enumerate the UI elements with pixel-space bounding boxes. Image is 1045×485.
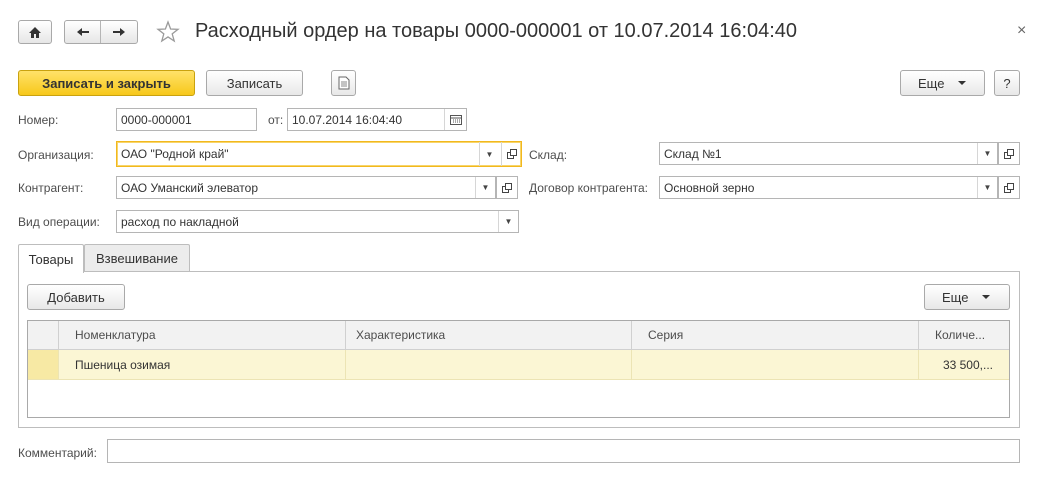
organization-label: Организация: [18,148,94,162]
tab-weighing[interactable]: Взвешивание [84,244,190,272]
warehouse-dropdown[interactable]: ▼ [977,143,997,164]
close-icon[interactable]: × [1017,22,1026,40]
save-and-close-button[interactable]: Записать и закрыть [18,70,195,96]
contractor-dropdown[interactable]: ▼ [475,177,495,198]
organization-open-button[interactable] [501,142,521,166]
back-button[interactable] [65,21,101,43]
goods-table[interactable]: Номенклатура Характеристика Серия Количе… [27,320,1010,418]
column-header-quantity[interactable]: Количе... [919,321,1009,350]
table-more-label: Еще [942,289,969,305]
warehouse-value: Склад №1 [664,146,722,161]
star-icon[interactable] [156,20,180,44]
chevron-down-icon [982,295,991,299]
table-more-button[interactable]: Еще [924,284,1010,310]
document-icon [338,76,349,90]
warehouse-open-button[interactable] [998,142,1020,165]
open-form-icon [1004,182,1014,193]
tab-goods[interactable]: Товары [18,244,84,273]
comment-label: Комментарий: [18,446,97,460]
table-cell-nomenclature[interactable]: Пшеница озимая [59,350,346,380]
column-header-series[interactable]: Серия [632,321,919,350]
number-label: Номер: [18,113,59,127]
operation-label: Вид операции: [18,215,100,229]
table-cell-series[interactable] [632,350,919,380]
comment-field[interactable] [107,439,1020,463]
contract-open-button[interactable] [998,176,1020,199]
more-button[interactable]: Еще [900,70,985,96]
page-title: Расходный ордер на товары 0000-000001 от… [195,20,798,42]
help-button[interactable]: ? [994,70,1020,96]
home-icon [19,21,51,43]
column-header-characteristic[interactable]: Характеристика [346,321,632,350]
table-header-marker [28,321,59,350]
chevron-down-icon [958,81,967,85]
contract-dropdown[interactable]: ▼ [977,177,997,198]
open-form-icon [502,182,512,193]
arrow-left-icon [76,28,89,36]
warehouse-label: Склад: [529,148,568,162]
contract-field[interactable]: Основной зерно ▼ [659,176,998,199]
contractor-label: Контрагент: [18,181,84,195]
add-button[interactable]: Добавить [27,284,125,310]
table-cell-characteristic[interactable] [346,350,632,380]
contractor-open-button[interactable] [496,176,518,199]
contractor-value: ОАО Уманский элеватор [121,180,258,195]
column-header-nomenclature[interactable]: Номенклатура [59,321,346,350]
table-cell-quantity[interactable]: 33 500,... [919,350,1009,380]
document-print-button[interactable] [331,70,356,96]
date-label: от: [268,113,284,127]
operation-value: расход по накладной [121,214,239,229]
save-button[interactable]: Записать [206,70,303,96]
row-marker[interactable] [28,350,59,380]
date-value: 10.07.2014 16:04:40 [292,112,403,127]
calendar-icon [449,115,462,125]
more-label: Еще [918,75,945,91]
operation-field[interactable]: расход по накладной ▼ [116,210,519,233]
organization-field[interactable]: ОАО "Родной край" ▼ [116,141,522,167]
contract-value: Основной зерно [664,180,755,195]
open-form-icon [506,149,517,159]
number-field[interactable]: 0000-000001 [116,108,257,131]
organization-dropdown[interactable]: ▼ [479,142,499,166]
forward-button[interactable] [101,21,137,43]
organization-value: ОАО "Родной край" [121,147,229,161]
history-nav [64,20,138,44]
date-field[interactable]: 10.07.2014 16:04:40 [287,108,467,131]
arrow-right-icon [113,28,125,36]
calendar-button[interactable] [444,109,466,130]
contract-label: Договор контрагента: [529,181,648,195]
operation-dropdown[interactable]: ▼ [498,211,518,232]
warehouse-field[interactable]: Склад №1 ▼ [659,142,998,165]
contractor-field[interactable]: ОАО Уманский элеватор ▼ [116,176,496,199]
open-form-icon [1004,148,1014,159]
home-button[interactable] [18,20,52,44]
